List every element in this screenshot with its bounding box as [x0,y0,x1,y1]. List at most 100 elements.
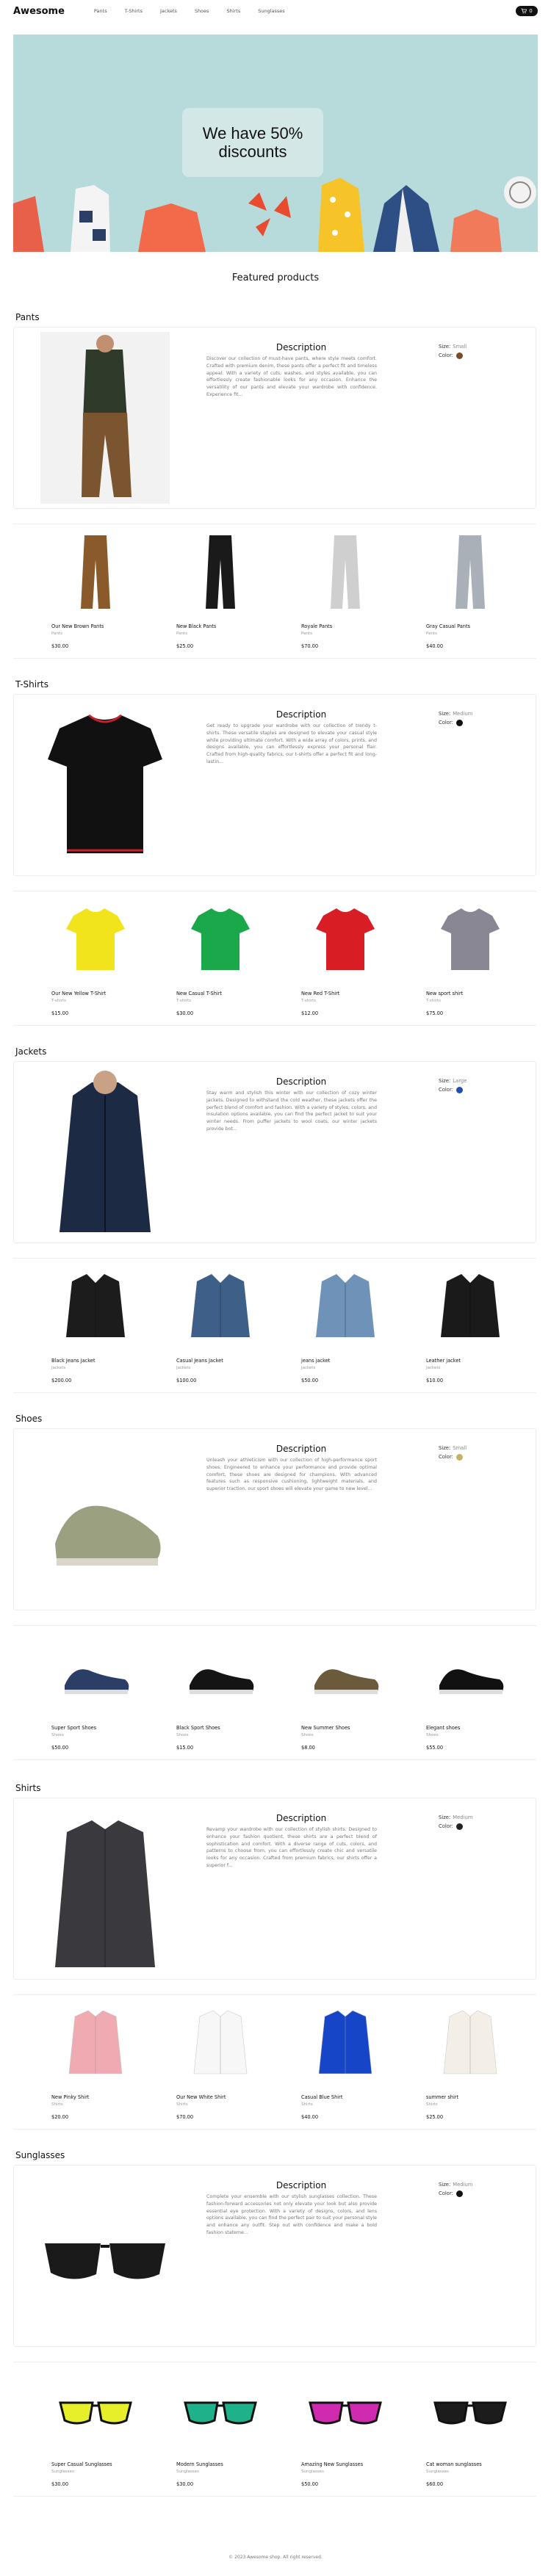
featured-product-card[interactable]: Description Stay warm and stylish this w… [13,1061,536,1243]
product-card[interactable]: Super Sport Shoes Shoes $50.00 [13,1626,140,1759]
product-image[interactable] [176,2365,264,2453]
product-card[interactable]: Modern Sunglasses Sunglasses $30.00 [140,2362,264,2496]
product-image[interactable] [426,1261,514,1349]
product-image[interactable] [176,1628,264,1716]
product-image[interactable] [176,894,264,982]
product-image[interactable] [176,1997,264,2085]
product-image[interactable] [51,527,140,615]
product-name[interactable]: Amazing New Sunglasses [301,2461,389,2467]
product-card[interactable]: Leather jacket Jackets $10.00 [389,1259,514,1392]
featured-product-image[interactable] [40,1803,170,1975]
product-card[interactable]: Cat woman sunglasses Sunglasses $60.00 [389,2362,514,2496]
product-name[interactable]: New Black Pants [176,623,264,629]
product-name[interactable]: Black Sport Shoes [176,1725,264,1731]
product-image[interactable] [301,1628,389,1716]
product-carousel[interactable]: Our New Brown Pants Pants $30.00 New Bla… [13,524,536,659]
product-name[interactable]: New Pinky Shirt [51,2094,140,2100]
product-image[interactable] [426,527,514,615]
product-image[interactable] [301,1261,389,1349]
product-card[interactable]: Royale Pants Pants $70.00 [264,524,389,658]
product-card[interactable]: Gray Casual Pants Pants $40.00 [389,524,514,658]
product-card[interactable]: Winter shoes Shoes $100.00 [514,1626,536,1759]
product-name[interactable]: jeans jacket [301,1358,389,1364]
nav-link-jackets[interactable]: Jackets [160,8,177,14]
product-card[interactable]: sport shirt T-shirts $10.00 [514,891,536,1025]
product-card[interactable]: New Pinky Shirt Shirts $20.00 [13,1995,140,2129]
product-name[interactable]: Super Sport Shoes [51,1725,140,1731]
product-name[interactable]: Royale Pants [301,623,389,629]
product-card[interactable]: Casual Jeans Jacket Jackets $100.00 [140,1259,264,1392]
product-name[interactable]: New Summer Shoes [301,1725,389,1731]
product-card[interactable]: Our New Yellow T-Shirt T-shirts $15.00 [13,891,140,1025]
product-image[interactable] [176,527,264,615]
product-carousel[interactable]: Our New Yellow T-Shirt T-shirts $15.00 N… [13,891,536,1026]
featured-product-image[interactable] [40,1066,170,1238]
product-card[interactable]: Casual jacket Jackets $20.00 [514,1259,536,1392]
featured-product-image[interactable] [40,699,170,871]
product-card[interactable]: jeans jacket Jackets $50.00 [264,1259,389,1392]
product-card[interactable]: Elegant shoes Shoes $55.00 [389,1626,514,1759]
product-image[interactable] [51,1997,140,2085]
product-name[interactable]: Leather jacket [426,1358,514,1364]
product-name[interactable]: Gray Casual Pants [426,623,514,629]
product-name[interactable]: Cat woman sunglasses [426,2461,514,2467]
product-name[interactable]: Our New Brown Pants [51,623,140,629]
product-image[interactable] [426,1628,514,1716]
product-image[interactable] [51,894,140,982]
featured-product-card[interactable]: Description Revamp your wardrobe with ou… [13,1798,536,1980]
product-image[interactable] [51,2365,140,2453]
product-carousel[interactable]: New Pinky Shirt Shirts $20.00 Our New Wh… [13,1994,536,2130]
product-name[interactable]: Elegant shoes [426,1725,514,1731]
product-carousel[interactable]: Super Sport Shoes Shoes $50.00 Black Spo… [13,1625,536,1760]
product-card[interactable]: light shirt Shirts $15.00 [514,1995,536,2129]
product-name[interactable]: New Casual T-Shirt [176,991,264,996]
product-card[interactable]: Black Sport Shoes Shoes $15.00 [140,1626,264,1759]
featured-product-card[interactable]: Description Discover our collection of m… [13,327,536,509]
product-card[interactable]: Super Casual Sunglasses Sunglasses $30.0… [13,2362,140,2496]
product-image[interactable] [301,1997,389,2085]
product-image[interactable] [301,894,389,982]
nav-link-tshirts[interactable]: T-Shirts [125,8,143,14]
product-card[interactable]: Light jeans Pants $50.00 [514,524,536,658]
product-name[interactable]: New Red T-Shirt [301,991,389,996]
color-swatch[interactable] [455,1086,463,1093]
product-name[interactable]: Our New White Shirt [176,2094,264,2100]
nav-link-shirts[interactable]: Shirts [227,8,241,14]
product-card[interactable]: New Red T-Shirt T-shirts $12.00 [264,891,389,1025]
product-name[interactable]: Casual Jeans Jacket [176,1358,264,1364]
product-image[interactable] [51,1628,140,1716]
product-card[interactable]: Amazing New Sunglasses Sunglasses $50.00 [264,2362,389,2496]
product-image[interactable] [426,894,514,982]
product-name[interactable]: summer shirt [426,2094,514,2100]
color-swatch[interactable] [455,1453,463,1461]
featured-product-card[interactable]: Description Unleash your athleticism wit… [13,1428,536,1610]
product-image[interactable] [301,2365,389,2453]
color-swatch[interactable] [455,719,463,726]
product-name[interactable]: Our New Yellow T-Shirt [51,991,140,996]
product-name[interactable]: Black Jeans Jacket [51,1358,140,1364]
product-image[interactable] [301,527,389,615]
featured-product-image[interactable] [40,332,170,504]
color-swatch[interactable] [455,352,463,359]
product-name[interactable]: Modern Sunglasses [176,2461,264,2467]
product-carousel[interactable]: Super Casual Sunglasses Sunglasses $30.0… [13,2362,536,2497]
product-card[interactable]: summer shirt Shirts $25.00 [389,1995,514,2129]
product-card[interactable]: Our New White Shirt Shirts $70.00 [140,1995,264,2129]
product-card[interactable]: New Casual T-Shirt T-shirts $30.00 [140,891,264,1025]
product-name[interactable]: New sport shirt [426,991,514,996]
color-swatch[interactable] [455,2190,463,2197]
product-card[interactable]: Stylish sunglasses Sunglasses $10.00 [514,2362,536,2496]
nav-link-pants[interactable]: Pants [94,8,107,14]
product-name[interactable]: Super Casual Sunglasses [51,2461,140,2467]
nav-link-sunglasses[interactable]: Sunglasses [258,8,284,14]
color-swatch[interactable] [455,1823,463,1830]
product-card[interactable]: Our New Brown Pants Pants $30.00 [13,524,140,658]
featured-product-card[interactable]: Description Get ready to upgrade your wa… [13,694,536,876]
product-card[interactable]: New sport shirt T-shirts $75.00 [389,891,514,1025]
cart-button[interactable]: 0 [516,6,538,16]
product-image[interactable] [176,1261,264,1349]
nav-link-shoes[interactable]: Shoes [195,8,209,14]
product-image[interactable] [426,2365,514,2453]
featured-product-card[interactable]: Description Complete your ensemble with … [13,2165,536,2347]
featured-product-image[interactable] [40,2170,170,2342]
